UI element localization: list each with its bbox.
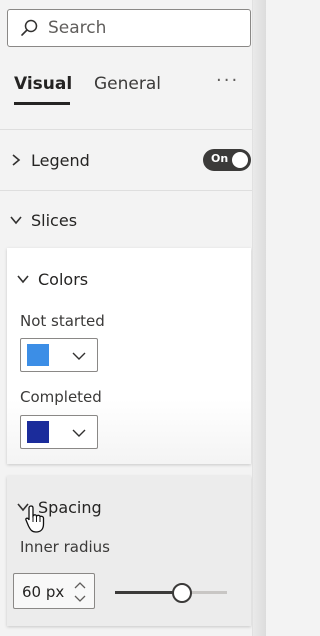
section-slices[interactable]: Slices (0, 205, 252, 235)
color-swatch (27, 421, 49, 443)
color-picker-not-started[interactable] (20, 338, 98, 372)
colors-card-header[interactable]: Colors (7, 266, 251, 292)
active-tab-indicator (14, 102, 70, 105)
section-legend-label: Legend (31, 150, 90, 170)
legend-toggle-label: On (211, 152, 229, 165)
tab-general[interactable]: General (94, 74, 161, 94)
search-box[interactable]: Search (7, 9, 251, 47)
legend-toggle[interactable]: On (203, 149, 251, 171)
inner-radius-value: 60 px (22, 583, 65, 601)
tab-bar: Visual General ··· (14, 70, 244, 110)
colors-card-label: Colors (38, 269, 89, 289)
more-options-icon[interactable]: ··· (216, 70, 239, 91)
chevron-down-icon (10, 216, 22, 225)
section-slices-label: Slices (31, 210, 78, 230)
divider (0, 129, 252, 130)
spacing-card-label: Spacing (38, 497, 102, 517)
color-label-completed: Completed (20, 388, 102, 406)
chevron-down-icon (72, 429, 86, 437)
chevron-right-icon (12, 154, 21, 166)
chevron-down-icon (72, 352, 86, 360)
color-swatch (27, 344, 49, 366)
color-picker-completed[interactable] (20, 415, 98, 449)
hand-cursor-icon (25, 505, 45, 533)
inner-radius-label: Inner radius (20, 538, 110, 556)
colors-card: Colors Not started Completed (7, 248, 251, 464)
inner-radius-slider[interactable] (115, 583, 227, 603)
stepper-arrows-icon[interactable] (72, 578, 88, 606)
chevron-down-icon (17, 275, 29, 284)
search-icon (21, 19, 38, 36)
format-pane: Search Visual General ··· Legend On Slic… (0, 0, 266, 636)
inner-radius-input[interactable]: 60 px (13, 573, 95, 609)
search-placeholder: Search (48, 18, 107, 38)
divider (0, 190, 252, 191)
slider-thumb[interactable] (172, 583, 192, 603)
toggle-knob (232, 152, 248, 168)
pane-edge (252, 0, 266, 636)
color-label-not-started: Not started (20, 312, 105, 330)
tab-visual[interactable]: Visual (14, 74, 72, 94)
